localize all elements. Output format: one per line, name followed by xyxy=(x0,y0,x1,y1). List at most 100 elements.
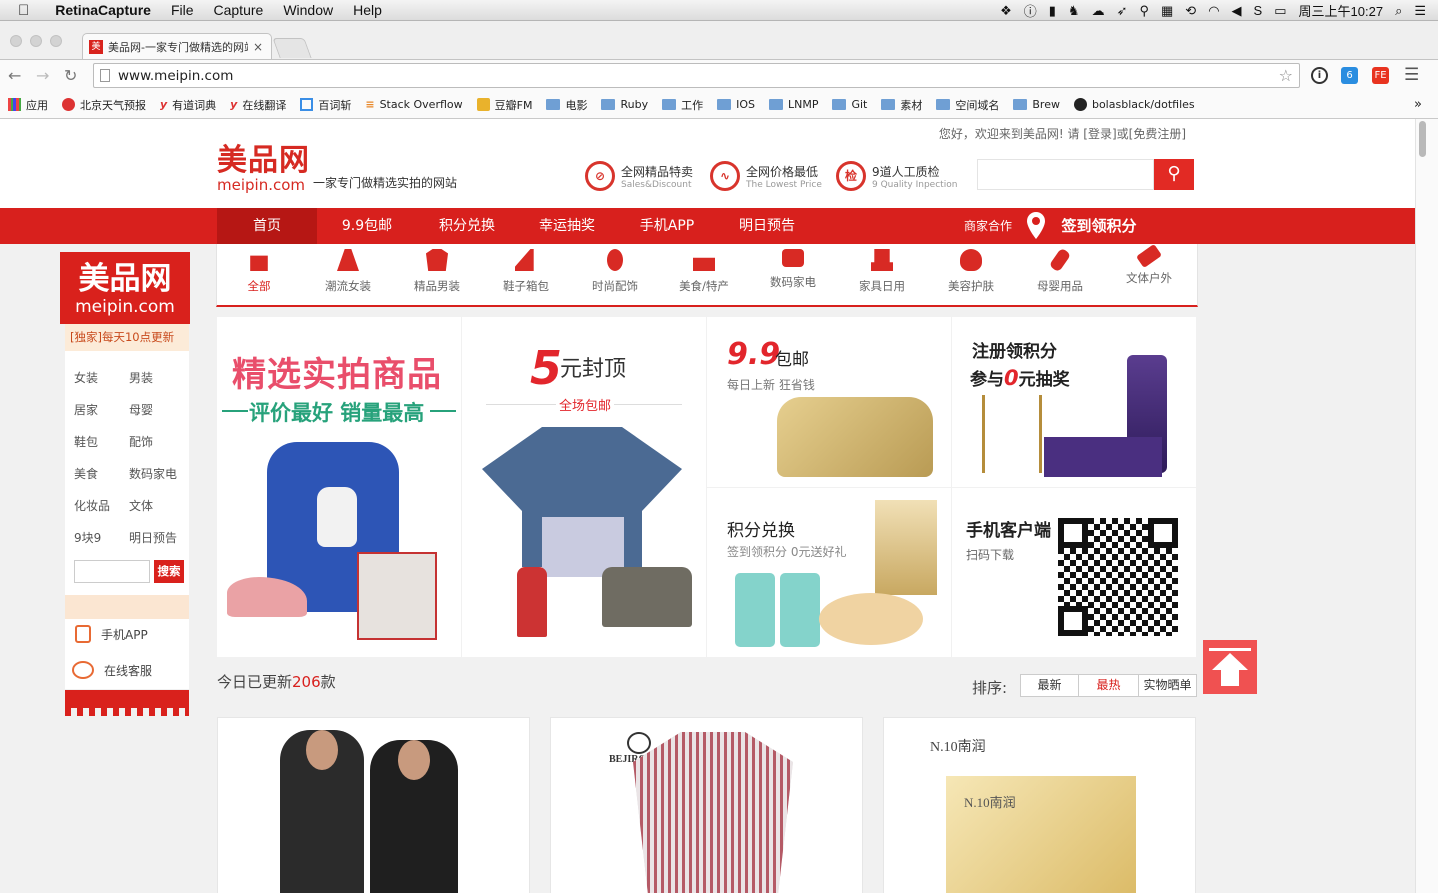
sort-hottest-button[interactable]: 最热 xyxy=(1078,674,1139,697)
sort-newest-button[interactable]: 最新 xyxy=(1020,674,1079,697)
clock[interactable]: 周三上午10:27 xyxy=(1299,1,1384,20)
sidebar-logo[interactable]: 美品网 meipin.com xyxy=(60,252,190,324)
site-search-input[interactable] xyxy=(977,159,1154,190)
usb-icon[interactable]: ⚲ xyxy=(1139,3,1149,19)
scrollbar-thumb[interactable] xyxy=(1419,121,1426,157)
nav-points-exchange[interactable]: 积分兑换 xyxy=(417,208,517,244)
cloud-icon[interactable]: ☁ xyxy=(1092,3,1105,19)
notification-center-icon[interactable]: ☰ xyxy=(1414,3,1426,19)
battery-icon[interactable]: ▭ xyxy=(1274,3,1286,19)
category-men[interactable]: 精品男装 xyxy=(402,249,472,294)
rocket-icon[interactable]: ➶ xyxy=(1117,3,1128,19)
category-food[interactable]: 美食/特产 xyxy=(669,249,739,294)
new-tab-button[interactable] xyxy=(272,38,312,58)
sidebar-link[interactable]: 美食 xyxy=(74,465,98,482)
menu-capture[interactable]: Capture xyxy=(214,2,264,18)
url-text[interactable]: www.meipin.com xyxy=(118,68,233,84)
extension-info-icon[interactable]: i xyxy=(1311,67,1328,84)
nav-mobile-app[interactable]: 手机APP xyxy=(617,208,717,244)
keyboard-icon[interactable]: ▦ xyxy=(1161,3,1173,19)
banner-5-yuan[interactable]: 5 元封顶 全场包邮 xyxy=(462,317,706,657)
category-beauty[interactable]: 美容护肤 xyxy=(936,249,1006,294)
bookmark-folder-assets[interactable]: 素材 xyxy=(881,97,922,113)
category-baby[interactable]: 母婴用品 xyxy=(1025,247,1095,294)
sidebar-link[interactable]: 9块9 xyxy=(74,529,101,546)
nav-lucky-draw[interactable]: 幸运抽奖 xyxy=(517,208,617,244)
sidebar-link[interactable]: 文体 xyxy=(129,497,153,514)
back-icon[interactable]: ← xyxy=(8,66,21,85)
nav-signin-points[interactable]: 签到领积分 xyxy=(1054,208,1144,244)
banner-register-points[interactable]: 注册领积分 参与0元抽奖 xyxy=(952,317,1196,487)
window-close-button[interactable] xyxy=(10,35,22,47)
category-accessories[interactable]: 时尚配饰 xyxy=(580,249,650,294)
sidebar-link[interactable]: 男装 xyxy=(129,369,153,386)
banner-mobile-client[interactable]: 手机客户端 扫码下载 xyxy=(952,488,1196,657)
bookmark-folder-domains[interactable]: 空间域名 xyxy=(936,97,999,113)
product-card-pearl-cream[interactable]: N.10南润 N.10南润 xyxy=(883,717,1196,893)
sidebar-link[interactable]: 女装 xyxy=(74,369,98,386)
welcome-links[interactable]: 您好，欢迎来到美品网! 请 [登录]或[免费注册] xyxy=(939,125,1186,142)
dropbox-icon[interactable]: ❖ xyxy=(1000,3,1012,19)
product-card-shirt[interactable]: BEJIROG xyxy=(550,717,863,893)
bookmark-translate[interactable]: y 在线翻译 xyxy=(230,97,286,113)
sidebar-link[interactable]: 数码家电 xyxy=(129,465,177,482)
address-bar[interactable]: www.meipin.com ☆ xyxy=(93,63,1300,88)
nav-tomorrow-preview[interactable]: 明日预告 xyxy=(717,208,817,244)
bookmark-folder-brew[interactable]: Brew xyxy=(1013,98,1060,111)
site-logo[interactable]: 美品网 meipin.com xyxy=(217,145,310,194)
back-to-top-button[interactable] xyxy=(1203,640,1257,694)
category-outdoor[interactable]: 文体户外 xyxy=(1114,243,1184,286)
sidebar-link[interactable]: 居家 xyxy=(74,401,98,418)
bookmarks-more-icon[interactable]: » xyxy=(1414,97,1422,112)
sidebar-link[interactable]: 明日预告 xyxy=(129,529,177,546)
bookmark-github-dotfiles[interactable]: bolasblack/dotfiles xyxy=(1073,98,1195,111)
sidebar-search-input[interactable] xyxy=(74,560,150,583)
sidebar-link[interactable]: 鞋包 xyxy=(74,433,98,450)
sort-real-photos-button[interactable]: 实物晒单 xyxy=(1138,674,1197,697)
bookmark-folder-git[interactable]: Git xyxy=(832,98,867,111)
bookmark-folder-movies[interactable]: 电影 xyxy=(546,97,587,113)
evernote-icon[interactable]: ♞ xyxy=(1068,3,1080,19)
spotlight-icon[interactable]: ⌕ xyxy=(1395,3,1402,19)
extension-fe-icon[interactable]: FE xyxy=(1372,67,1389,84)
category-all[interactable]: 全部 xyxy=(224,249,294,294)
window-zoom-button[interactable] xyxy=(50,35,62,47)
app-menu[interactable]: RetinaCapture xyxy=(55,2,151,18)
bookmark-doubanfm[interactable]: 豆瓣FM xyxy=(476,97,532,113)
banner-9-9-shipping[interactable]: 9.9 包邮 每日上新 狂省钱 xyxy=(707,317,951,487)
wifi-icon[interactable]: ◠ xyxy=(1208,3,1219,19)
menu-window[interactable]: Window xyxy=(283,2,333,18)
sidebar-link[interactable]: 配饰 xyxy=(129,433,153,450)
bookmark-apps[interactable]: 应用 xyxy=(8,97,48,113)
tab-close-icon[interactable]: × xyxy=(253,40,263,54)
sidebar-mobile-app[interactable]: 手机APP xyxy=(75,625,148,643)
forward-icon[interactable]: → xyxy=(36,66,49,85)
search-icon[interactable]: ⚲ xyxy=(1154,159,1194,190)
bookmark-folder-ios[interactable]: IOS xyxy=(717,98,755,111)
reload-icon[interactable]: ↻ xyxy=(64,66,77,85)
star-icon[interactable]: ☆ xyxy=(1279,66,1293,85)
sidebar-link[interactable]: 化妆品 xyxy=(74,497,110,514)
category-shoes-bags[interactable]: 鞋子箱包 xyxy=(491,249,561,294)
banner-featured-goods[interactable]: 精选实拍商品 评价最好 销量最高 xyxy=(217,317,461,657)
vertical-scrollbar[interactable] xyxy=(1415,119,1438,893)
category-digital[interactable]: 数码家电 xyxy=(758,249,828,290)
category-women[interactable]: 潮流女装 xyxy=(313,249,383,294)
banner-points-exchange[interactable]: 积分兑换 签到领积分 0元送好礼 xyxy=(707,488,951,657)
nav-merchant[interactable]: 商家合作 xyxy=(958,208,1018,244)
bookmark-folder-lnmp[interactable]: LNMP xyxy=(768,98,818,111)
category-furniture[interactable]: 家具日用 xyxy=(847,249,917,294)
nav-9-9-shipping[interactable]: 9.9包邮 xyxy=(317,208,417,244)
sidebar-search-button[interactable]: 搜索 xyxy=(154,560,184,583)
s-app-icon[interactable]: S xyxy=(1254,3,1263,18)
time-machine-icon[interactable]: ⟲ xyxy=(1185,3,1196,19)
volume-icon[interactable]: ◀ xyxy=(1232,3,1242,19)
menu-help[interactable]: Help xyxy=(353,2,382,18)
bookmark-baicizhan[interactable]: 百词斩 xyxy=(300,97,351,113)
bookmark-youdao[interactable]: y 有道词典 xyxy=(160,97,216,113)
extension-6-icon[interactable]: 6 xyxy=(1341,67,1358,84)
bookmark-stackoverflow[interactable]: ≡ Stack Overflow xyxy=(365,98,462,111)
nav-home[interactable]: 首页 xyxy=(217,208,317,244)
sidebar-link[interactable]: 母婴 xyxy=(129,401,153,418)
menu-icon[interactable]: ☰ xyxy=(1404,65,1419,85)
